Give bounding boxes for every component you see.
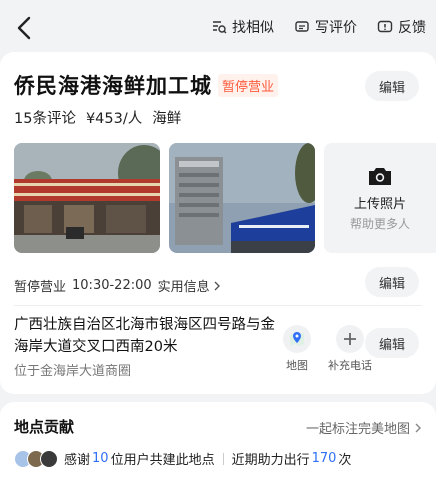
opening-hours: 10:30-22:00 (72, 278, 152, 293)
divider (14, 305, 422, 306)
upload-photo-sub: 帮助更多人 (349, 217, 410, 231)
chevron-right-icon (415, 423, 421, 432)
write-review-button[interactable]: 写评价 (294, 16, 357, 38)
contribution-title: 地点贡献 (14, 418, 75, 436)
camera-icon (369, 168, 391, 185)
map-pin-icon (290, 332, 304, 346)
contribution-card: 地点贡献 一起标注完美地图 感谢 10 位用户共建此地点 近期助力出行 170 … (0, 402, 436, 481)
user-count: 10 (92, 451, 109, 466)
find-similar-button[interactable]: 找相似 (211, 16, 274, 38)
storefront-photo-1[interactable] (14, 143, 160, 253)
price-per-person: ¥453/人 (85, 111, 143, 127)
add-phone-label: 补充电话 (328, 359, 372, 372)
contributor-avatars (14, 449, 58, 468)
top-nav-bar: 找相似 写评价 反馈 (0, 0, 436, 52)
map-label: 地图 (286, 359, 308, 372)
upload-photo-button[interactable]: 上传照片 帮助更多人 (324, 143, 436, 253)
hours-row: 暂停营业 10:30-22:00 实用信息 (14, 276, 221, 295)
poi-name: 侨民海港海鲜加工城 (14, 74, 212, 98)
divider (222, 452, 224, 465)
recent-prefix: 近期助力出行 (231, 453, 310, 468)
chevron-right-icon (214, 281, 220, 290)
address-text[interactable]: 广西壮族自治区北海市银海区四号路与金海岸大道交叉口西南20米 (14, 314, 276, 358)
back-icon[interactable] (14, 14, 36, 42)
recent-suffix: 次 (338, 453, 352, 468)
storefront-photo-2[interactable] (169, 143, 315, 253)
find-similar-label: 找相似 (232, 20, 274, 36)
plus-icon (344, 333, 356, 345)
business-district: 位于金海岸大道商圈 (14, 364, 132, 379)
avatar (40, 449, 58, 468)
status-badge: 暂停营业 (218, 73, 279, 97)
review-count[interactable]: 15条评论 (14, 107, 76, 128)
business-status: 暂停营业 (14, 280, 67, 295)
annotate-map-link[interactable]: 一起标注完美地图 (306, 418, 422, 437)
feedback-icon (377, 20, 393, 33)
upload-photo-label: 上传照片 (353, 197, 406, 212)
write-review-label: 写评价 (315, 20, 357, 36)
find-similar-icon (213, 21, 227, 34)
thanks-suffix: 位用户共建此地点 (110, 453, 215, 468)
edit-name-button[interactable]: 编辑 (365, 71, 419, 101)
contribution-summary: 感谢 10 位用户共建此地点 近期助力出行 170 次 (14, 449, 351, 468)
trip-count: 170 (311, 451, 337, 466)
thanks-prefix: 感谢 (64, 453, 91, 468)
feedback-button[interactable]: 反馈 (377, 16, 426, 38)
practical-info-link[interactable]: 实用信息 (158, 276, 210, 295)
annotate-map-label: 一起标注完美地图 (305, 422, 410, 437)
edit-hours-button[interactable]: 编辑 (365, 267, 419, 297)
photo-strip: 上传照片 帮助更多人 (14, 143, 436, 253)
category-label: 海鲜 (152, 111, 182, 127)
feedback-label: 反馈 (398, 20, 426, 36)
edit-address-button[interactable]: 编辑 (365, 328, 419, 358)
map-button[interactable]: 地图 (283, 325, 311, 373)
write-review-icon (295, 21, 309, 32)
poi-info-card: 侨民海港海鲜加工城 暂停营业 编辑 15条评论 ¥453/人 海鲜 上传照片 帮… (0, 52, 436, 394)
